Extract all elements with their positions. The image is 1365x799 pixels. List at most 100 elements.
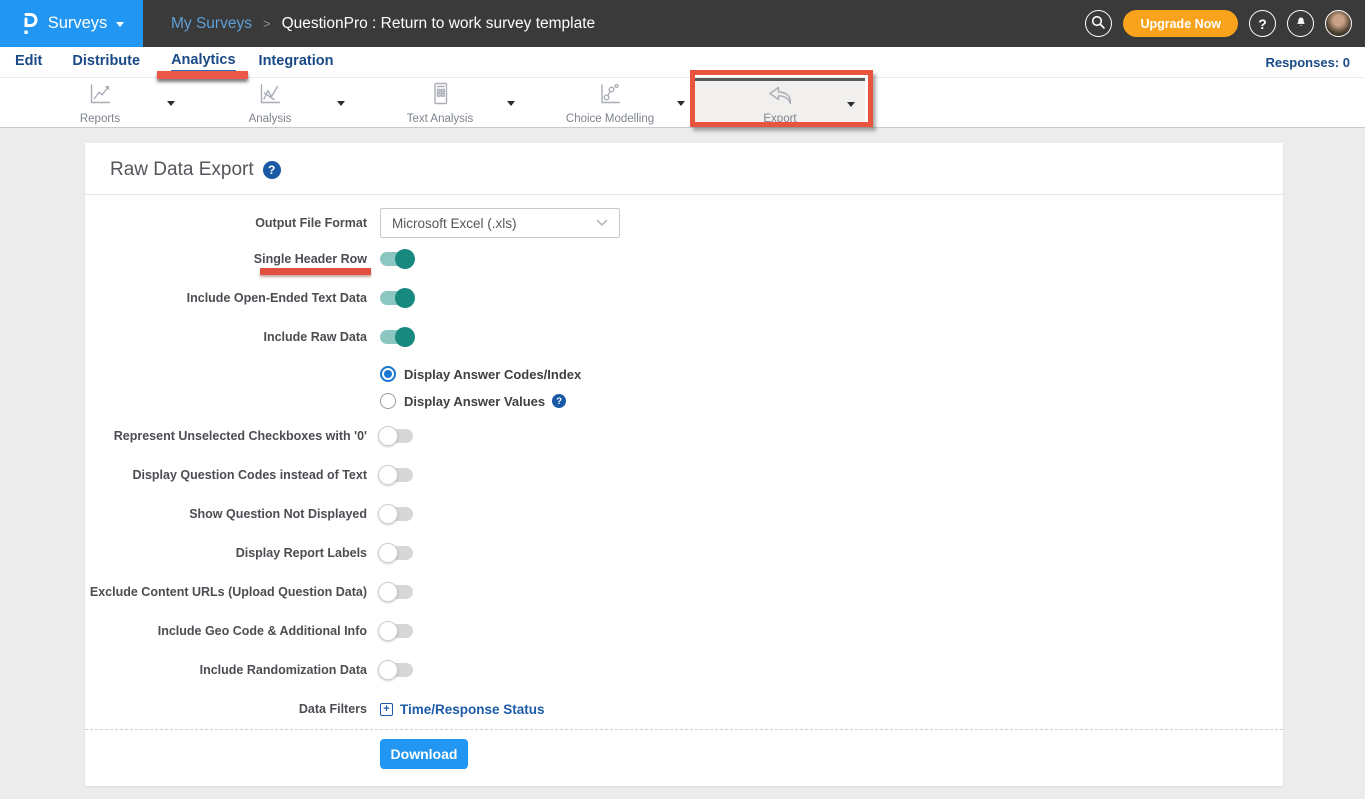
surveys-product-menu[interactable]: Surveys [0, 0, 143, 47]
chevron-down-icon[interactable] [677, 101, 685, 106]
help-button[interactable]: ? [1249, 10, 1276, 37]
include-open-ended-row: Include Open-Ended Text Data [85, 288, 1283, 308]
breadcrumb: My Surveys > QuestionPro : Return to wor… [171, 15, 595, 33]
chevron-down-icon[interactable] [337, 101, 345, 106]
chevron-down-icon[interactable] [507, 101, 515, 106]
plus-square-icon: + [380, 703, 393, 716]
notifications-button[interactable] [1287, 10, 1314, 37]
tab-analytics[interactable]: Analytics [171, 52, 235, 72]
field-label: Exclude Content URLs (Upload Question Da… [85, 585, 380, 599]
radio-label: Display Answer Codes/Index [404, 367, 581, 382]
chevron-down-icon[interactable] [167, 101, 175, 106]
tab-edit[interactable]: Edit [15, 53, 42, 71]
selected-option: Microsoft Excel (.xls) [392, 216, 517, 231]
radio-label: Display Answer Values [404, 394, 545, 409]
field-label: Include Open-Ended Text Data [85, 291, 380, 305]
download-button[interactable]: Download [380, 739, 468, 769]
breadcrumb-my-surveys[interactable]: My Surveys [171, 15, 252, 33]
question-codes-row: Display Question Codes instead of Text [85, 465, 1283, 485]
field-label: Represent Unselected Checkboxes with '0' [85, 429, 380, 443]
geo-code-row: Include Geo Code & Additional Info [85, 621, 1283, 641]
responses-count: Responses: 0 [1265, 55, 1350, 70]
display-answer-values-radio[interactable] [380, 393, 396, 409]
toolbar-item-analysis[interactable]: Analysis [185, 78, 355, 127]
output-format-select[interactable]: Microsoft Excel (.xls) [380, 208, 620, 238]
page-title: QuestionPro : Return to work survey temp… [282, 15, 596, 33]
toggle-knob [378, 426, 398, 446]
filters-link-label: Time/Response Status [400, 702, 545, 717]
toolbar-item-label: Text Analysis [407, 113, 473, 125]
exclude-content-urls-row: Exclude Content URLs (Upload Question Da… [85, 582, 1283, 602]
report-labels-row: Display Report Labels [85, 543, 1283, 563]
trend-chart-icon [257, 81, 283, 112]
bell-icon [1294, 15, 1308, 33]
panel-header: Raw Data Export ? [85, 143, 1283, 195]
help-icon[interactable]: ? [263, 161, 281, 179]
help-icon[interactable]: ? [552, 394, 566, 408]
questionpro-logo-icon [19, 11, 39, 37]
field-label: Single Header Row [85, 252, 380, 266]
raw-data-export-panel: Raw Data Export ? Output File Format Mic… [85, 143, 1283, 786]
field-label: Show Question Not Displayed [85, 507, 380, 521]
field-label: Output File Format [85, 216, 380, 230]
field-label: Include Randomization Data [85, 663, 380, 677]
export-arrow-icon [766, 83, 794, 112]
toggle-knob [378, 504, 398, 524]
toggle-knob [395, 327, 415, 347]
exclude-content-urls-toggle[interactable] [380, 585, 413, 599]
tab-integration[interactable]: Integration [259, 53, 334, 71]
include-geo-code-toggle[interactable] [380, 624, 413, 638]
scatter-chart-icon [597, 81, 623, 112]
single-header-row-toggle[interactable] [380, 252, 413, 266]
time-response-status-link[interactable]: + Time/Response Status [380, 702, 545, 717]
toolbar-item-export[interactable]: Export [695, 78, 865, 127]
field-label: Data Filters [85, 702, 380, 716]
answer-values-radio-row: Display Answer Values ? [85, 391, 1283, 411]
toggle-knob [378, 621, 398, 641]
user-avatar[interactable] [1325, 10, 1352, 37]
include-raw-data-toggle[interactable] [380, 330, 413, 344]
toggle-knob [378, 465, 398, 485]
display-question-codes-toggle[interactable] [380, 468, 413, 482]
top-bar: Surveys My Surveys > QuestionPro : Retur… [0, 0, 1365, 47]
single-header-row-row: Single Header Row [85, 249, 1283, 269]
field-label: Display Report Labels [85, 546, 380, 560]
upgrade-now-button[interactable]: Upgrade Now [1123, 10, 1238, 37]
analytics-toolbar: Reports Analysis [0, 78, 1365, 128]
field-label: Include Raw Data [85, 330, 380, 344]
search-button[interactable] [1085, 10, 1112, 37]
panel-title: Raw Data Export [110, 159, 254, 181]
breadcrumb-separator: > [263, 16, 271, 31]
toggle-knob [395, 288, 415, 308]
field-label: Display Question Codes instead of Text [85, 468, 380, 482]
line-chart-icon [87, 81, 113, 112]
toolbar-item-label: Analysis [249, 113, 292, 125]
unselected-checkboxes-row: Represent Unselected Checkboxes with '0' [85, 426, 1283, 446]
represent-unselected-checkboxes-toggle[interactable] [380, 429, 413, 443]
product-label: Surveys [48, 14, 108, 33]
data-filters-row: Data Filters + Time/Response Status [85, 699, 1283, 719]
include-open-ended-text-data-toggle[interactable] [380, 291, 413, 305]
toolbar-item-text-analysis[interactable]: Text Analysis [355, 78, 525, 127]
display-answer-codes-radio[interactable] [380, 366, 396, 382]
topbar-actions: Upgrade Now ? [1085, 10, 1365, 37]
survey-nav-tabs: Edit Distribute Analytics Integration Re… [0, 47, 1365, 78]
download-row: Download [85, 730, 1283, 786]
toggle-knob [378, 543, 398, 563]
radio-dot [384, 370, 392, 378]
output-format-row: Output File Format Microsoft Excel (.xls… [85, 208, 1283, 238]
toggle-knob [395, 249, 415, 269]
chevron-down-icon [116, 22, 124, 27]
tab-distribute[interactable]: Distribute [72, 53, 140, 71]
randomization-data-row: Include Randomization Data [85, 660, 1283, 680]
toolbar-item-choice-modelling[interactable]: Choice Modelling [525, 78, 695, 127]
toolbar-item-reports[interactable]: Reports [15, 78, 185, 127]
document-grid-icon [427, 81, 453, 112]
show-question-not-displayed-toggle[interactable] [380, 507, 413, 521]
include-randomization-data-toggle[interactable] [380, 663, 413, 677]
chevron-down-icon[interactable] [847, 102, 855, 107]
include-raw-data-row: Include Raw Data [85, 327, 1283, 347]
answer-codes-radio-row: Display Answer Codes/Index [85, 364, 1283, 384]
display-report-labels-toggle[interactable] [380, 546, 413, 560]
chevron-down-icon [596, 219, 608, 227]
